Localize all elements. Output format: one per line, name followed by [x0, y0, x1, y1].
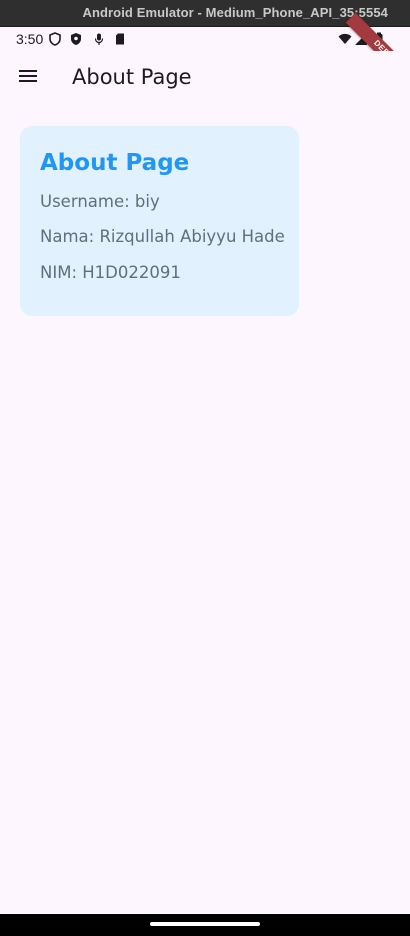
page-title: About Page	[72, 65, 192, 89]
emulator-window: Android Emulator - Medium_Phone_API_35:5…	[0, 0, 410, 936]
card-title: About Page	[40, 150, 190, 176]
sd-card-icon	[113, 32, 127, 46]
nim-text: NIM: H1D022091	[40, 263, 181, 282]
emulator-title: Android Emulator - Medium_Phone_API_35:5…	[82, 5, 388, 20]
menu-button[interactable]	[8, 58, 48, 98]
status-time: 3:50	[16, 31, 44, 47]
nama-text: Nama: Rizqullah Abiyyu Hade	[40, 227, 285, 246]
home-gesture-handle[interactable]	[150, 922, 260, 926]
shield-filled-icon	[69, 32, 83, 46]
username-text: Username: biy	[40, 192, 160, 211]
wifi-icon	[338, 32, 352, 46]
navigation-bar	[0, 914, 410, 936]
about-card: About Page Username: biy Nama: Rizqullah…	[20, 126, 299, 316]
hamburger-menu-icon	[18, 68, 38, 89]
app-bar: About Page	[0, 51, 410, 105]
mic-icon	[92, 32, 106, 46]
shield-icon	[48, 32, 62, 46]
status-bar: 3:50	[0, 27, 410, 51]
